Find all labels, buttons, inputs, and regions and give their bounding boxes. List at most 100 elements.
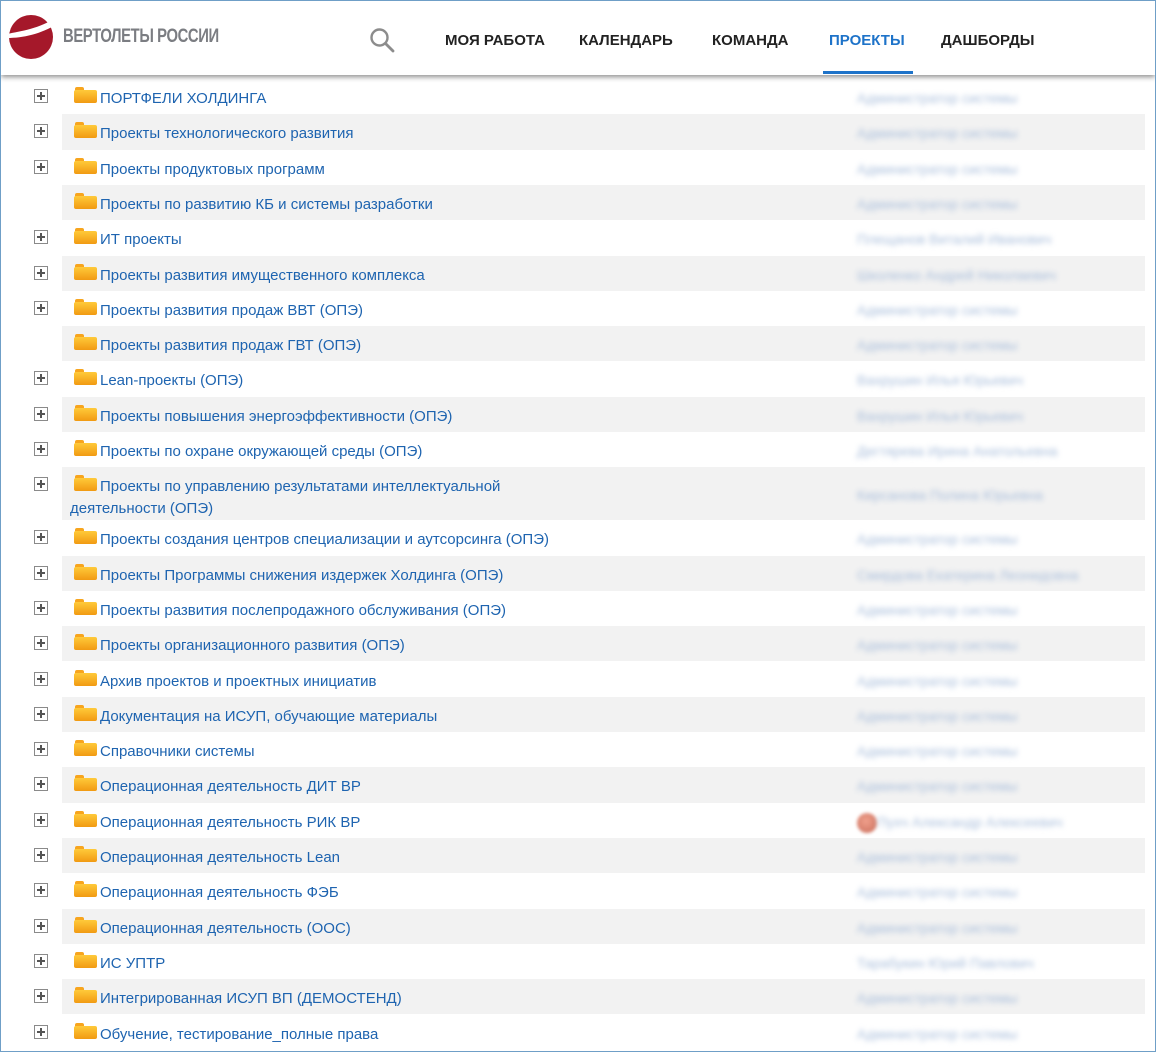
expand-icon[interactable] — [34, 989, 48, 1004]
tree-row[interactable]: Проекты развития послепродажного обслужи… — [1, 591, 1155, 626]
expand-icon[interactable] — [34, 812, 48, 827]
project-name-link[interactable]: Проекты создания центров специализации и… — [100, 529, 549, 551]
owner-name[interactable]: Администратор системы — [857, 705, 1017, 727]
project-name-link[interactable]: Проекты развития продаж ВВТ (ОПЭ) — [100, 300, 363, 322]
owner-name[interactable]: Администратор системы — [857, 670, 1017, 692]
expand-icon[interactable] — [34, 530, 48, 545]
project-name-link[interactable]: Проекты продуктовых программ — [100, 159, 325, 181]
tree-row[interactable]: Проекты развития имущественного комплекс… — [1, 255, 1155, 291]
expand-icon[interactable] — [34, 371, 48, 386]
project-name-link[interactable]: Обучение, тестирование_полные права — [100, 1024, 378, 1046]
tree-row[interactable]: Проекты по охране окружающей среды (ОПЭ)… — [1, 432, 1155, 467]
owner-name[interactable]: Кирсанова Полина Юрьевна — [857, 484, 1043, 506]
expand-icon[interactable] — [34, 953, 48, 968]
tree-row[interactable]: Проекты по развитию КБ и системы разрабо… — [1, 184, 1155, 221]
project-name-link[interactable]: Проекты по охране окружающей среды (ОПЭ) — [100, 441, 422, 463]
tree-row[interactable]: ПОРТФЕЛИ ХОЛДИНГА Администратор системы — [1, 79, 1155, 114]
owner-name[interactable]: Вахрушин Илья Юрьевич — [857, 405, 1023, 427]
tree-row[interactable]: Проекты создания центров специализации и… — [1, 520, 1155, 555]
expand-icon[interactable] — [34, 742, 48, 757]
project-name-link[interactable]: ИТ проекты — [100, 229, 182, 251]
tree-row[interactable]: Проекты технологического развития Админис… — [1, 114, 1155, 150]
nav-team[interactable]: КОМАНДА — [712, 32, 789, 49]
project-name-link[interactable]: Операционная деятельность (ООС) — [100, 918, 351, 940]
owner-name[interactable]: Администратор системы — [857, 334, 1017, 356]
owner-name[interactable]: Администратор системы — [857, 881, 1017, 903]
project-name-link[interactable]: Документация на ИСУП, обучающие материал… — [100, 706, 437, 728]
expand-icon[interactable] — [34, 636, 48, 651]
expand-icon[interactable] — [34, 442, 48, 456]
owner-name[interactable]: Администратор системы — [857, 634, 1017, 656]
owner-name[interactable]: Пухч Александр Алексеевич — [877, 811, 1063, 833]
tree-row[interactable]: Операционная деятельность ФЭБ Администрат… — [1, 873, 1155, 908]
project-name-link[interactable]: Проекты организационного развития (ОПЭ) — [100, 635, 405, 657]
owner-name[interactable]: Администратор системы — [857, 1023, 1017, 1045]
expand-icon[interactable] — [34, 848, 48, 862]
expand-icon[interactable] — [34, 89, 48, 103]
nav-calendar[interactable]: КАЛЕНДАРЬ — [579, 32, 673, 49]
expand-icon[interactable] — [34, 671, 48, 686]
owner-name[interactable]: Администратор системы — [857, 193, 1017, 215]
tree-row[interactable]: Проекты развития продаж ГВТ (ОПЭ) Админис… — [1, 326, 1155, 362]
expand-icon[interactable] — [34, 1024, 48, 1039]
project-name-link[interactable]: ИС УПТР — [100, 953, 165, 975]
expand-icon[interactable] — [34, 918, 48, 933]
tree-row[interactable]: Операционная деятельность Lean Администра… — [1, 838, 1155, 874]
nav-projects[interactable]: ПРОЕКТЫ — [829, 32, 905, 49]
owner-name[interactable]: Вахрушин Илья Юрьевич — [857, 369, 1023, 391]
owner-name[interactable]: Администратор системы — [857, 299, 1017, 321]
owner-name[interactable]: Администратор системы — [857, 740, 1017, 762]
tree-row[interactable]: Обучение, тестирование_полные права Админ… — [1, 1015, 1155, 1050]
expand-icon[interactable] — [34, 706, 48, 721]
project-name-link[interactable]: Проекты технологического развития — [100, 123, 353, 145]
tree-row[interactable]: Проекты Программы снижения издержек Холд… — [1, 555, 1155, 591]
owner-name[interactable]: Плещанов Виталий Иванович — [857, 228, 1051, 250]
owner-name[interactable]: Администратор системы — [857, 87, 1017, 109]
tree-row[interactable]: Операционная деятельность ДИТ ВР Админист… — [1, 767, 1155, 803]
tree-row[interactable]: Документация на ИСУП, обучающие материал… — [1, 696, 1155, 733]
expand-icon[interactable] — [34, 300, 48, 315]
expand-icon[interactable] — [34, 883, 48, 898]
tree-row[interactable]: Интегрированная ИСУП ВП (ДЕМОСТЕНД) Админ… — [1, 979, 1155, 1015]
tree-row[interactable]: Проекты продуктовых программ Администрато… — [1, 150, 1155, 185]
tree-row[interactable]: Проекты развития продаж ВВТ (ОПЭ) Админис… — [1, 291, 1155, 326]
tree-row[interactable]: Операционная деятельность (ООС) Администр… — [1, 908, 1155, 944]
owner-name[interactable]: Администратор системы — [857, 846, 1017, 868]
project-name-link[interactable]: Проекты повышения энергоэффективности (О… — [100, 406, 452, 428]
project-name-link[interactable]: Проекты развития продаж ГВТ (ОПЭ) — [100, 335, 361, 357]
expand-icon[interactable] — [34, 477, 48, 492]
project-name-link[interactable]: Операционная деятельность РИК ВР — [100, 812, 360, 834]
project-name-link[interactable]: Операционная деятельность ДИТ ВР — [100, 776, 361, 798]
project-name-link[interactable]: Интегрированная ИСУП ВП (ДЕМОСТЕНД) — [100, 988, 402, 1010]
tree-row[interactable]: Операционная деятельность РИК ВР Пухч Але… — [1, 803, 1155, 838]
expand-icon[interactable] — [34, 777, 48, 792]
owner-name[interactable]: Администратор системы — [857, 158, 1017, 180]
tree-row[interactable]: Архив проектов и проектных инициатив Адми… — [1, 662, 1155, 697]
project-name-link[interactable]: Операционная деятельность ФЭБ — [100, 882, 339, 904]
owner-name[interactable]: Школенко Андрей Николаевич — [857, 264, 1056, 286]
tree-row[interactable]: Lean-проекты (ОПЭ) Вахрушин Илья Юрьевич — [1, 361, 1155, 396]
expand-icon[interactable] — [34, 600, 48, 615]
nav-dashboards[interactable]: ДАШБОРДЫ — [941, 32, 1034, 49]
project-name-link[interactable]: Проекты по развитию КБ и системы разрабо… — [100, 194, 433, 216]
owner-name[interactable]: Дегтярева Ирина Анатольевна — [857, 440, 1057, 462]
search-icon[interactable] — [369, 27, 395, 58]
expand-icon[interactable] — [34, 230, 48, 245]
owner-name[interactable]: Администратор системы — [857, 528, 1017, 550]
expand-icon[interactable] — [34, 565, 48, 580]
project-name-link[interactable]: Проекты Программы снижения издержек Холд… — [100, 565, 503, 587]
project-name-link[interactable]: Проекты развития имущественного комплекс… — [100, 265, 425, 287]
logo[interactable]: ВЕРТОЛЕТЫ РОССИИ — [5, 14, 263, 60]
tree-row[interactable]: Проекты организационного развития (ОПЭ) А… — [1, 626, 1155, 662]
owner-name[interactable]: Администратор системы — [857, 917, 1017, 939]
owner-name[interactable]: Администратор системы — [857, 122, 1017, 144]
project-name-link[interactable]: Lean-проекты (ОПЭ) — [100, 370, 243, 392]
nav-my-work[interactable]: МОЯ РАБОТА — [445, 32, 545, 49]
expand-icon[interactable] — [34, 265, 48, 280]
tree-row[interactable]: ИС УПТР Тарабукин Юрий Павлович — [1, 944, 1155, 979]
project-name-link[interactable]: Проекты по управлению результатами интел… — [70, 476, 570, 520]
tree-row[interactable]: Проекты повышения энергоэффективности (О… — [1, 396, 1155, 432]
project-name-link[interactable]: Проекты развития послепродажного обслужи… — [100, 600, 506, 622]
owner-name[interactable]: Администратор системы — [857, 599, 1017, 621]
expand-icon[interactable] — [34, 406, 48, 421]
